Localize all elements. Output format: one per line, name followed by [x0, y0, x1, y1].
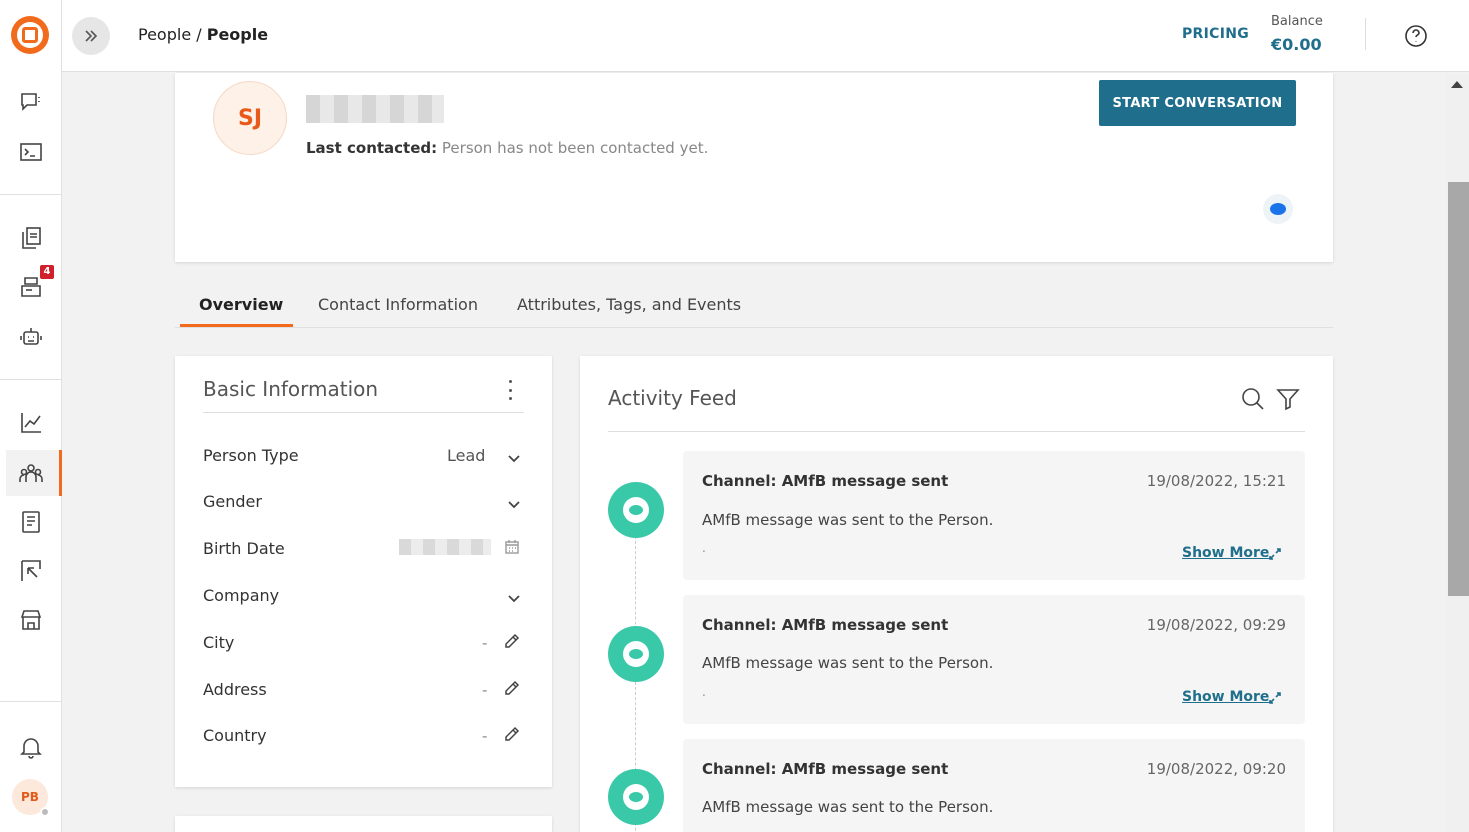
edit-icon[interactable] [503, 632, 521, 650]
messenger-icon[interactable] [1263, 194, 1293, 224]
address-label: Address [203, 680, 267, 699]
person-type-label: Person Type [203, 446, 299, 465]
profile-card: SJ Last contacted: Person has not been c… [175, 73, 1333, 262]
event-date: 19/08/2022, 09:20 [1146, 760, 1286, 778]
analytics-icon[interactable] [15, 407, 47, 439]
gender-label: Gender [203, 492, 262, 511]
logo-icon[interactable] [11, 16, 49, 54]
expand-icon[interactable] [1268, 546, 1282, 560]
chevron-down-icon[interactable] [507, 590, 521, 604]
event-description: AMfB message was sent to the Person. [702, 511, 994, 529]
chat-icon[interactable] [15, 86, 47, 118]
terminal-icon[interactable] [15, 136, 47, 168]
activity-feed-title: Activity Feed [608, 386, 737, 410]
event-title: Channel: AMfB message sent [702, 760, 949, 778]
basic-information-card: Basic Information Person Type Lead Gende… [175, 356, 552, 787]
status-dot [40, 807, 50, 817]
notification-badge: 4 [40, 265, 54, 279]
message-event-icon [608, 482, 664, 538]
start-conversation-button[interactable]: START CONVERSATION [1099, 80, 1296, 126]
event-detail: . [702, 685, 706, 699]
tab-attributes-tags-events[interactable]: Attributes, Tags, and Events [517, 295, 741, 314]
scroll-thumb[interactable] [1448, 182, 1469, 596]
message-event-icon [608, 626, 664, 682]
sidebar-divider [0, 379, 62, 380]
scroll-up-arrow-icon[interactable] [1451, 81, 1463, 88]
chevrons-right-icon [85, 30, 98, 42]
country-label: Country [203, 726, 267, 745]
activity-event: Channel: AMfB message sent 19/08/2022, 1… [683, 451, 1305, 580]
help-icon[interactable] [1403, 23, 1429, 49]
event-date: 19/08/2022, 09:29 [1146, 616, 1286, 634]
person-name-redacted [306, 95, 444, 123]
flow-icon[interactable] [15, 555, 47, 587]
event-detail: . [702, 541, 706, 555]
chevron-down-icon[interactable] [507, 496, 521, 510]
header-divider [1365, 18, 1366, 50]
birth-date-label: Birth Date [203, 539, 285, 558]
show-more-link[interactable]: Show More [1182, 689, 1269, 705]
event-title: Channel: AMfB message sent [702, 616, 949, 634]
bot-icon[interactable] [15, 321, 47, 353]
balance-label: Balance [1271, 14, 1323, 29]
country-value: - [482, 727, 488, 745]
breadcrumb: People / People [138, 25, 268, 44]
breadcrumb-parent[interactable]: People [138, 25, 191, 44]
active-tab-underline [180, 324, 293, 327]
page-scrollbar[interactable] [1446, 73, 1469, 832]
show-more-link[interactable]: Show More [1182, 545, 1269, 561]
city-value: - [482, 634, 488, 652]
balance-value: €0.00 [1271, 35, 1322, 54]
last-contacted-label: Last contacted: [306, 139, 438, 157]
event-date: 19/08/2022, 15:21 [1146, 472, 1286, 490]
activity-event: Channel: AMfB message sent 19/08/2022, 0… [683, 739, 1305, 832]
edit-icon[interactable] [503, 679, 521, 697]
event-description: AMfB message was sent to the Person. [702, 798, 994, 816]
divider [608, 431, 1305, 432]
tab-overview[interactable]: Overview [199, 295, 283, 314]
top-header: People / People PRICING Balance €0.00 [62, 0, 1469, 72]
more-options-icon[interactable] [505, 380, 515, 400]
message-event-icon [608, 769, 664, 825]
filter-icon[interactable] [1275, 386, 1301, 412]
activity-feed-card: Activity Feed Channel: AMfB message sent… [580, 356, 1333, 832]
last-contacted: Last contacted: Person has not been cont… [306, 139, 708, 157]
expand-icon[interactable] [1268, 690, 1282, 704]
people-icon[interactable] [15, 457, 47, 489]
address-value: - [482, 681, 488, 699]
breadcrumb-separator: / [191, 25, 207, 44]
search-icon[interactable] [1240, 386, 1266, 412]
basic-information-title: Basic Information [203, 377, 379, 401]
last-contacted-value: Person has not been contacted yet. [437, 139, 709, 157]
birth-date-value-redacted[interactable] [399, 539, 491, 555]
company-label: Company [203, 586, 280, 605]
tab-contact-information[interactable]: Contact Information [318, 295, 478, 314]
calendar-icon[interactable] [504, 539, 520, 555]
city-label: City [203, 633, 235, 652]
book-icon[interactable] [15, 506, 47, 538]
chevron-down-icon[interactable] [507, 450, 521, 464]
sidebar-divider [0, 701, 62, 702]
store-icon[interactable] [15, 604, 47, 636]
event-description: AMfB message was sent to the Person. [702, 654, 994, 672]
sidebar: 4 PB [0, 0, 62, 832]
activity-event: Channel: AMfB message sent 19/08/2022, 0… [683, 595, 1305, 724]
sidebar-divider [0, 194, 62, 195]
bell-icon[interactable] [15, 731, 47, 763]
breadcrumb-current: People [206, 25, 269, 44]
edit-icon[interactable] [503, 725, 521, 743]
person-type-value[interactable]: Lead [447, 446, 485, 465]
event-title: Channel: AMfB message sent [702, 472, 949, 490]
expand-sidebar-button[interactable] [72, 17, 110, 55]
next-card [175, 816, 552, 832]
documents-icon[interactable] [15, 222, 47, 254]
pricing-link[interactable]: PRICING [1182, 26, 1249, 42]
person-avatar: SJ [213, 81, 287, 155]
profile-tabs: Overview Contact Information Attributes,… [175, 286, 1333, 328]
divider [203, 412, 524, 413]
